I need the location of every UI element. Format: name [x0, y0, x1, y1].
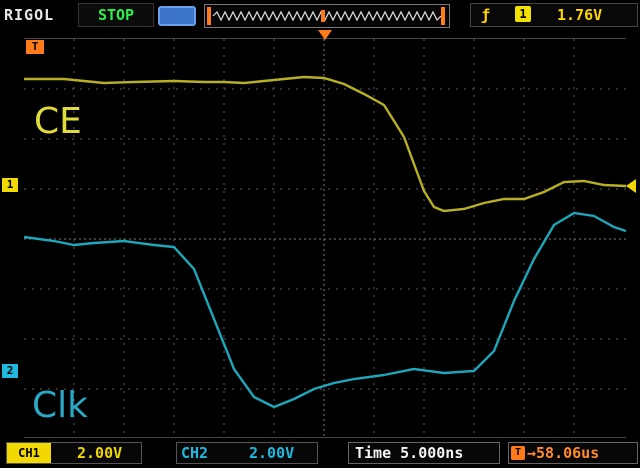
- ch2-offset-marker[interactable]: 2: [2, 364, 18, 378]
- ch1-scale-value: 2.00V: [77, 444, 123, 462]
- memory-depth-icon: [158, 6, 196, 26]
- trigger-level-arrow-icon[interactable]: [626, 179, 636, 193]
- ch1-trace-label: CE: [34, 101, 82, 142]
- trigger-channel-badge: 1: [515, 6, 531, 22]
- timebase-box[interactable]: Time 5.000ns: [348, 442, 500, 464]
- trigger-level-value: 1.76V: [557, 6, 603, 24]
- ch1-tag: CH1: [7, 443, 51, 463]
- timebase-value: 5.000ns: [400, 444, 464, 462]
- trigger-offset-value: →58.06us: [527, 444, 600, 462]
- ch1-waveform: [24, 75, 626, 213]
- time-label: Time: [355, 444, 392, 462]
- graticule-grid: [24, 39, 626, 437]
- waveform-display[interactable]: CE Clk: [24, 38, 626, 438]
- ch2-trace-label: Clk: [32, 385, 88, 426]
- trigger-offset-tag: T: [511, 446, 525, 460]
- ch1-scale-box[interactable]: CH1 2.00V: [6, 442, 142, 464]
- trigger-position-arrow-icon[interactable]: [318, 30, 332, 40]
- timebase-readout: Time 5.000ns: [355, 444, 463, 462]
- trigger-settings[interactable]: ƒ 1 1.76V: [470, 3, 638, 27]
- ch2-tag: CH2: [181, 444, 209, 462]
- run-stop-status[interactable]: STOP: [78, 3, 154, 27]
- waveform-memory-overview[interactable]: [204, 4, 450, 28]
- ch2-scale-box[interactable]: CH2 2.00V: [176, 442, 318, 464]
- ch2-scale-value: 2.00V: [249, 444, 295, 462]
- trigger-offset-box[interactable]: T →58.06us: [508, 442, 638, 464]
- rising-edge-icon: ƒ: [481, 6, 491, 24]
- bottom-status-bar: CH1 2.00V CH2 2.00V Time 5.000ns T →58.0…: [0, 438, 640, 468]
- brand-logo: RIGOL: [4, 6, 55, 24]
- top-status-bar: RIGOL STOP ƒ 1 1.76V: [0, 0, 640, 30]
- ch2-waveform: [24, 211, 626, 409]
- trigger-time-marker[interactable]: T: [26, 40, 44, 54]
- ch1-offset-marker[interactable]: 1: [2, 178, 18, 192]
